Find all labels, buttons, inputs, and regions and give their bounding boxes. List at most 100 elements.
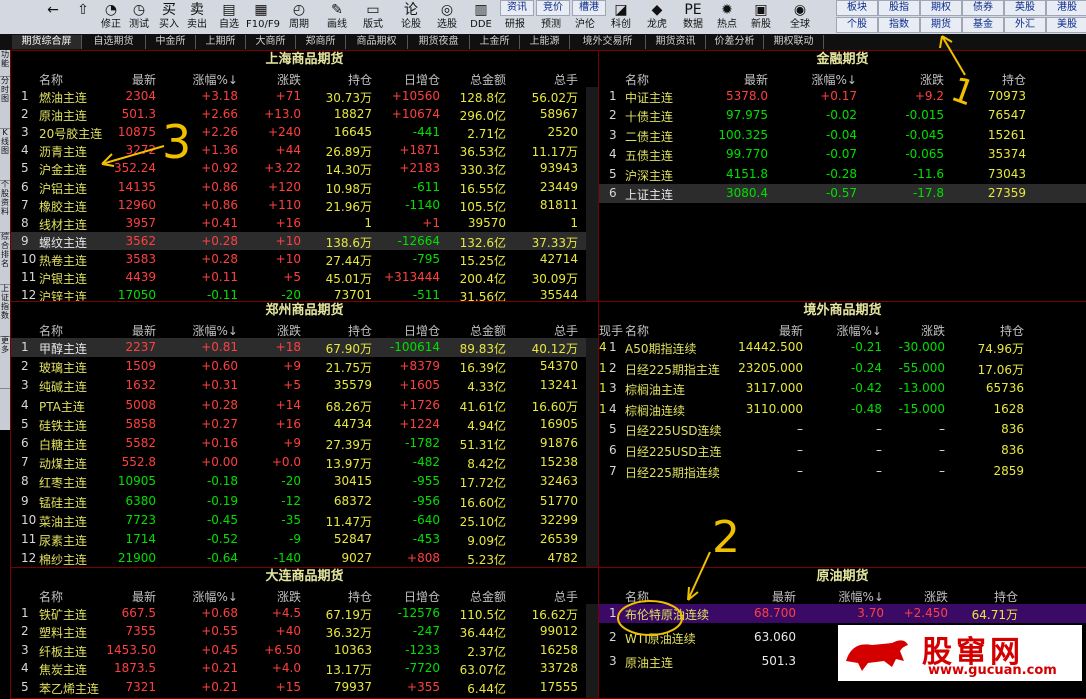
- dce-row[interactable]: 1 铁矿主连 667.5 +0.68 +4.5 67.19万 -12576 110.5亿 16.…: [11, 604, 598, 623]
- shfe-row[interactable]: 3 20号胶主连 10875 +2.26 +240 16645 -441 2.71亿 2520: [11, 123, 598, 142]
- toolbar-button-2[interactable]: ◔ 修正: [96, 2, 126, 32]
- tab-6[interactable]: 商品期权: [346, 35, 408, 49]
- cffex-row[interactable]: 5 沪深主连 4151.8 -0.28 -11.6 73043: [599, 165, 1086, 184]
- toolbar-button-5[interactable]: 卖卖出: [182, 2, 212, 32]
- czce-header-4[interactable]: 持仓: [348, 322, 372, 339]
- czce-row[interactable]: 3 纯碱主连 1632 +0.31 +5 35579 +1605 4.33亿 13241: [11, 376, 598, 395]
- shfe-row[interactable]: 10 热卷主连 3583 +0.28 +10 27.44万 -795 15.25亿 42714: [11, 250, 598, 269]
- overseas-row[interactable]: 1 A50期指连续 14442.500 -0.21 -30.000 74.96万 4: [599, 338, 1086, 357]
- czce-row[interactable]: 12 棉纱主连 21900 -0.64 -140 9027 +808 5.23亿 4782: [11, 549, 598, 567]
- czce-row[interactable]: 7 动煤主连 552.8 +0.00 +0.0 13.97万 -482 8.42亿 15238: [11, 453, 598, 472]
- toolbar-button-9[interactable]: ✎ 画线: [322, 2, 352, 32]
- czce-row[interactable]: 10 菜油主连 7723 -0.45 -35 11.47万 -640 25.10亿 32299: [11, 511, 598, 530]
- czce-scrollbar[interactable]: [586, 338, 598, 567]
- tab-2[interactable]: 中金所: [146, 35, 196, 49]
- czce-header-3[interactable]: 涨跌: [277, 322, 301, 339]
- overseas-header-1[interactable]: 最新: [779, 322, 803, 339]
- tab-0[interactable]: 期货综合屏: [12, 35, 82, 49]
- dce-scrollbar[interactable]: [586, 604, 598, 698]
- cffex-header-4[interactable]: 持仓: [1002, 71, 1026, 88]
- czce-row[interactable]: 5 硅铁主连 5858 +0.27 +16 44734 +1224 4.94亿 16905: [11, 415, 598, 434]
- dce-row[interactable]: 5 苯乙烯主连 7321 +0.21 +15 79937 +355 6.44亿 17555: [11, 678, 598, 697]
- overseas-header-5[interactable]: 现手: [599, 322, 623, 339]
- tab-12[interactable]: 价差分析: [706, 35, 764, 49]
- rail-item-3[interactable]: 个股资料: [0, 180, 10, 233]
- toolbar-top-0[interactable]: 资讯: [500, 0, 534, 16]
- czce-header-1[interactable]: 最新: [132, 322, 156, 339]
- dce-row[interactable]: 2 塑料主连 7355 +0.55 +40 36.32万 -247 36.44亿 99012: [11, 622, 598, 641]
- overseas-header-3[interactable]: 涨跌: [921, 322, 945, 339]
- toolbar-button-10[interactable]: ▭ 版式: [358, 2, 388, 32]
- toolbar-grid-0-5[interactable]: 港股: [1046, 0, 1086, 16]
- czce-row[interactable]: 6 白糖主连 5582 +0.16 +9 27.39万 -1782 51.31亿 91876: [11, 434, 598, 453]
- tab-1[interactable]: 自选期货: [82, 35, 146, 49]
- rail-item-0[interactable]: 功能: [0, 50, 10, 77]
- toolbar-grid-1-1[interactable]: 指数: [878, 17, 920, 33]
- rail-item-6[interactable]: 更多: [0, 336, 10, 389]
- toolbar-button-12[interactable]: ◎ 选股: [432, 2, 462, 32]
- shfe-header-3[interactable]: 涨跌: [277, 71, 301, 88]
- overseas-row[interactable]: 2 日经225期指主连 23205.000 -0.24 -55.000 17.06万 1: [599, 359, 1086, 378]
- crude-header-1[interactable]: 最新: [772, 588, 796, 605]
- overseas-header-0[interactable]: 名称: [625, 322, 649, 339]
- toolbar-top-1[interactable]: 竞价: [536, 0, 570, 16]
- overseas-row[interactable]: 6 日经225USD主连 – – – 836: [599, 441, 1086, 460]
- toolbar-button-0[interactable]: ←: [38, 2, 68, 32]
- toolbar-top-2[interactable]: 槽港: [572, 0, 606, 16]
- cffex-header-0[interactable]: 名称: [625, 71, 649, 88]
- dce-row[interactable]: 3 纤板主连 1453.50 +0.45 +6.50 10363 -1233 2.37亿 162…: [11, 641, 598, 660]
- czce-row[interactable]: 9 锰硅主连 6380 -0.19 -12 68372 -956 16.60亿 51770: [11, 492, 598, 511]
- overseas-row[interactable]: 3 棕榈油主连 3117.000 -0.42 -13.000 65736 1: [599, 379, 1086, 398]
- shfe-row[interactable]: 6 沪铝主连 14135 +0.86 +120 10.98万 -611 16.55亿 23449: [11, 178, 598, 197]
- overseas-row[interactable]: 4 棕榈油连续 3110.000 -0.48 -15.000 1628 1: [599, 400, 1086, 419]
- tab-8[interactable]: 上金所: [470, 35, 520, 49]
- dce-header-7[interactable]: 总手: [554, 588, 578, 605]
- shfe-header-2[interactable]: 涨幅%↓: [193, 71, 238, 88]
- dce-header-0[interactable]: 名称: [39, 588, 63, 605]
- shfe-header-1[interactable]: 最新: [132, 71, 156, 88]
- overseas-row[interactable]: 7 日经225期指连续 – – – 2859: [599, 462, 1086, 481]
- crude-header-3[interactable]: 涨跌: [924, 588, 948, 605]
- shfe-header-7[interactable]: 总手: [554, 71, 578, 88]
- dce-header-1[interactable]: 最新: [132, 588, 156, 605]
- dce-header-4[interactable]: 持仓: [348, 588, 372, 605]
- toolbar-grid-0-0[interactable]: 板块: [836, 0, 878, 16]
- czce-row[interactable]: 2 玻璃主连 1509 +0.60 +9 21.75万 +8379 16.39亿 54370: [11, 357, 598, 376]
- overseas-header-2[interactable]: 涨幅%↓: [837, 322, 882, 339]
- rail-item-5[interactable]: 上证指数: [0, 284, 10, 337]
- toolbar-grid-0-4[interactable]: 英股: [1004, 0, 1046, 16]
- czce-header-2[interactable]: 涨幅%↓: [193, 322, 238, 339]
- toolbar-button-7[interactable]: ▦ F10/F9: [246, 2, 280, 32]
- dce-header-6[interactable]: 总金额: [470, 588, 506, 605]
- shfe-row[interactable]: 11 沪银主连 4439 +0.11 +5 45.01万 +313444 200.4亿 30.0…: [11, 268, 598, 287]
- tab-10[interactable]: 境外交易所: [570, 35, 646, 49]
- toolbar-button-19[interactable]: PE 数据: [678, 2, 708, 32]
- tab-13[interactable]: 期权联动: [764, 35, 824, 49]
- shfe-header-6[interactable]: 总金额: [470, 71, 506, 88]
- toolbar-grid-1-0[interactable]: 个股: [836, 17, 878, 33]
- dce-row[interactable]: 4 焦炭主连 1873.5 +0.21 +4.0 13.17万 -7720 63.07亿 337…: [11, 659, 598, 678]
- rail-item-1[interactable]: 分时图: [0, 76, 10, 129]
- dce-header-3[interactable]: 涨跌: [277, 588, 301, 605]
- toolbar-button-11[interactable]: 论论股: [396, 2, 426, 32]
- czce-row[interactable]: 8 红枣主连 10905 -0.18 -20 30415 -955 17.72亿 32463: [11, 472, 598, 491]
- cffex-row[interactable]: 4 五债主连 99.770 -0.07 -0.065 35374: [599, 145, 1086, 164]
- tab-11[interactable]: 期货资讯: [646, 35, 706, 49]
- cffex-row[interactable]: 1 中证主连 5378.0 +0.17 +9.2 70973: [599, 87, 1086, 106]
- toolbar-grid-0-1[interactable]: 股指: [878, 0, 920, 16]
- dce-header-5[interactable]: 日增仓: [404, 588, 440, 605]
- toolbar-button-4[interactable]: 买买入: [154, 2, 184, 32]
- shfe-row[interactable]: 7 橡胶主连 12960 +0.86 +110 21.96万 -1140 105.5亿 8181…: [11, 196, 598, 215]
- tab-3[interactable]: 上期所: [196, 35, 246, 49]
- toolbar-grid-1-4[interactable]: 外汇: [1004, 17, 1046, 33]
- toolbar-button-18[interactable]: ◆ 龙虎: [642, 2, 672, 32]
- toolbar-button-6[interactable]: ▤ 自选: [214, 2, 244, 32]
- czce-row[interactable]: 11 尿素主连 1714 -0.52 -9 52847 -453 9.09亿 26539: [11, 530, 598, 549]
- toolbar-grid-1-5[interactable]: 美股: [1046, 17, 1086, 33]
- shfe-row[interactable]: 8 线材主连 3957 +0.41 +16 1 +1 39570 1: [11, 214, 598, 233]
- toolbar-grid-0-3[interactable]: 债券: [962, 0, 1004, 16]
- shfe-header-0[interactable]: 名称: [39, 71, 63, 88]
- toolbar-button-8[interactable]: ◴ 周期: [284, 2, 314, 32]
- czce-row[interactable]: 4 PTA主连 5008 +0.28 +14 68.26万 +1726 41.61亿 16.60…: [11, 396, 598, 415]
- shfe-header-5[interactable]: 日增仓: [404, 71, 440, 88]
